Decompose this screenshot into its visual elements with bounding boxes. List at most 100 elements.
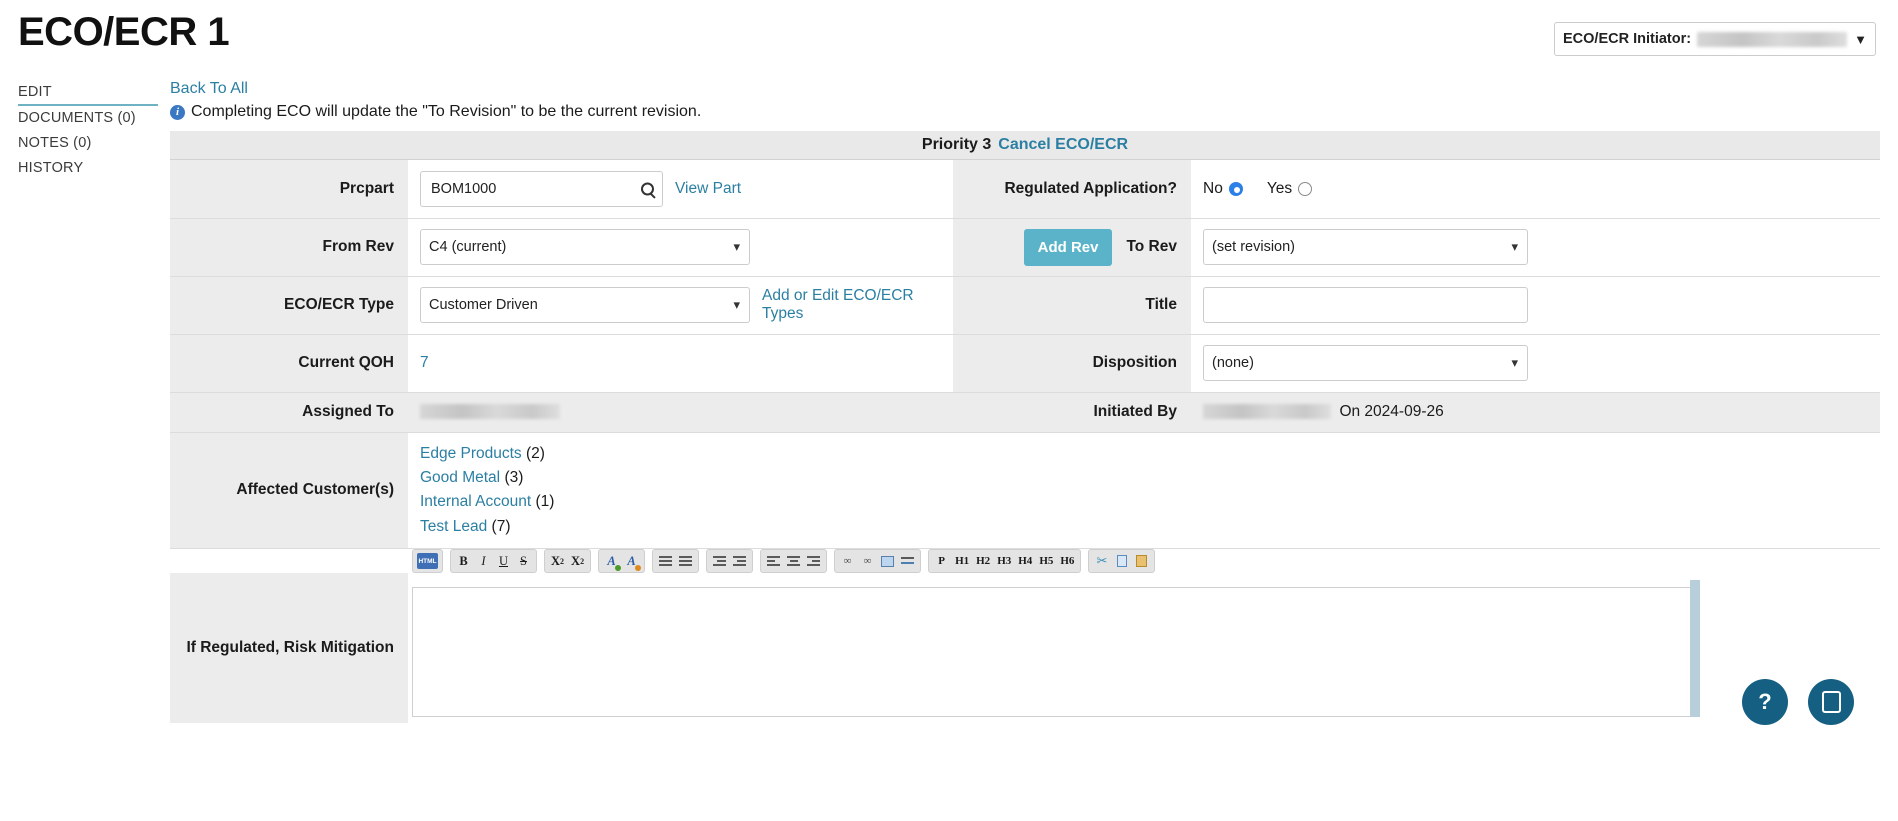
eco-ecr-initiator-dropdown[interactable]: ECO/ECR Initiator: ▼ [1554,22,1876,56]
question-mark-icon: ? [1758,689,1772,715]
priority-label: Priority 3 [921,136,992,153]
horizontal-rule-icon[interactable] [899,552,916,571]
revision-notice: i Completing ECO will update the "To Rev… [170,103,1880,121]
toolbar-group-script: X2 X2 [544,549,592,574]
form-row-assignment: Assigned To Initiated By On 2024-09-26 [170,392,1880,433]
affected-customers-label: Affected Customer(s) [170,432,408,550]
format-h4-icon[interactable]: H4 [1016,552,1034,571]
regulated-application-label: Regulated Application? [953,160,1191,219]
customer-count: (3) [504,468,524,486]
customer-name[interactable]: Internal Account [420,493,531,510]
format-paragraph-icon[interactable]: P [933,552,950,571]
prcpart-label: Prcpart [170,160,408,219]
text-color-icon[interactable]: A [603,552,622,571]
toolbar-group-colors: A A [598,549,646,574]
superscript-icon[interactable]: X2 [569,552,586,571]
current-qoh-value[interactable]: 7 [420,354,429,371]
toolbar-group-source: HTML [412,549,443,574]
cut-icon[interactable]: ✂ [1093,552,1110,571]
insert-link-icon[interactable]: ∞ [839,552,856,571]
unlink-icon[interactable]: ∞ [859,552,876,571]
eco-type-cell: Customer Driven Add or Edit ECO/ECR Type… [408,276,953,335]
form-row-qoh-disposition: Current QOH 7 Disposition (none) [170,334,1880,393]
list-item[interactable]: Test Lead (7) [420,515,1868,539]
paste-icon[interactable] [1133,552,1150,571]
format-h5-icon[interactable]: H5 [1037,552,1055,571]
to-rev-label: To Rev [1126,238,1177,255]
customer-name[interactable]: Good Metal [420,469,500,486]
format-h1-icon[interactable]: H1 [953,552,971,571]
regulated-yes-radio[interactable] [1298,181,1313,196]
numbered-list-icon[interactable] [657,552,674,571]
initiated-by-value-redacted [1203,404,1331,420]
assigned-to-value-redacted [420,404,560,420]
prcpart-input-wrap [420,170,663,207]
customer-name[interactable]: Edge Products [420,445,522,462]
align-left-icon[interactable] [765,552,782,571]
add-rev-cell: Add Rev To Rev [953,218,1191,277]
toolbar-group-basic-styles: B I U S [450,549,537,574]
format-h6-icon[interactable]: H6 [1058,552,1076,571]
from-rev-select[interactable]: C4 (current) [420,229,750,265]
editor-scrollbar[interactable] [1690,580,1700,718]
strikethrough-icon[interactable]: S [515,552,532,571]
title-input[interactable] [1203,287,1528,323]
cancel-eco-ecr-link[interactable]: Cancel ECO/ECR [998,136,1128,154]
initiated-by-cell: On 2024-09-26 [1191,392,1880,433]
sidebar-item-notes[interactable]: NOTES (0) [18,131,158,156]
subscript-icon[interactable]: X2 [549,552,566,571]
title-cell [1191,276,1880,335]
source-html-icon[interactable]: HTML [417,553,438,570]
bold-icon[interactable]: B [455,552,472,571]
toolbar-group-insert: ∞ ∞ [834,549,922,574]
editor-toolbar: HTML B I U S X2 X2 A A ∞ ∞ P H1 H2 H3 H4… [408,549,1880,574]
assigned-to-label: Assigned To [170,392,408,433]
format-h3-icon[interactable]: H3 [995,552,1013,571]
priority-bar: Priority 3 Cancel ECO/ECR [170,131,1880,160]
italic-icon[interactable]: I [475,552,492,571]
sidebar-item-history[interactable]: HISTORY [18,156,158,181]
from-rev-cell: C4 (current) [408,218,953,277]
form-row-revision: From Rev C4 (current) Add Rev To Rev [170,218,1880,277]
underline-icon[interactable]: U [495,552,512,571]
list-item[interactable]: Internal Account (1) [420,490,1868,514]
insert-image-icon[interactable] [879,552,896,571]
initiator-label: ECO/ECR Initiator: [1563,31,1692,47]
view-part-link[interactable]: View Part [675,180,741,198]
search-icon[interactable] [641,182,654,196]
outdent-icon[interactable] [711,552,728,571]
format-h2-icon[interactable]: H2 [974,552,992,571]
customer-count: (1) [535,493,555,511]
disposition-label: Disposition [953,334,1191,393]
bulleted-list-icon[interactable] [677,552,694,571]
align-center-icon[interactable] [785,552,802,571]
disposition-select[interactable]: (none) [1203,345,1528,381]
sidebar-item-edit[interactable]: EDIT [18,80,158,106]
list-item[interactable]: Good Metal (3) [420,466,1868,490]
risk-mitigation-editor[interactable] [412,587,1694,718]
form-row-affected-customers: Affected Customer(s) Edge Products (2) G… [170,432,1880,550]
toolbar-group-lists [652,549,700,574]
to-rev-select[interactable]: (set revision) [1203,229,1528,265]
from-rev-label: From Rev [170,218,408,277]
back-to-all-link[interactable]: Back To All [170,80,248,98]
add-edit-eco-types-link[interactable]: Add or Edit ECO/ECR Types [762,287,941,323]
customer-name[interactable]: Test Lead [420,518,487,535]
customer-count: (2) [526,444,545,462]
indent-icon[interactable] [731,552,748,571]
regulated-no-radio[interactable] [1228,181,1243,196]
background-color-icon[interactable]: A [623,552,642,571]
current-qoh-cell: 7 [408,334,953,393]
main-content: Back To All i Completing ECO will update… [170,80,1880,726]
sidebar-item-documents[interactable]: DOCUMENTS (0) [18,106,158,131]
prcpart-input[interactable] [420,170,663,207]
align-right-icon[interactable] [805,552,822,571]
add-rev-button[interactable]: Add Rev [1023,228,1113,266]
current-qoh-label: Current QOH [170,334,408,393]
eco-type-select[interactable]: Customer Driven [420,287,750,323]
eco-type-label: ECO/ECR Type [170,276,408,335]
copy-icon[interactable] [1113,552,1130,571]
list-item[interactable]: Edge Products (2) [420,442,1868,466]
eco-ecr-detail-page: ECO/ECR 1 ECO/ECR Initiator: ▼ EDIT DOCU… [0,0,1898,821]
risk-mitigation-label: If Regulated, Risk Mitigation [186,639,394,657]
